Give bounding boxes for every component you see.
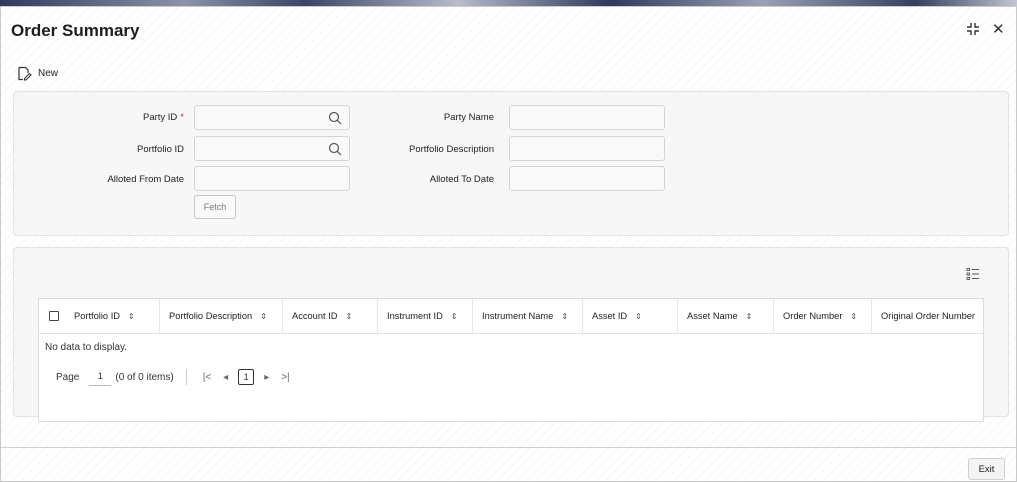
sort-icon: ⇕ bbox=[850, 311, 858, 321]
search-criteria-panel: Party ID * Party Name Portfolio ID Portfo… bbox=[13, 91, 1009, 236]
table-header: Portfolio ID ⇕ Portfolio Description ⇕ Acc… bbox=[39, 299, 983, 334]
column-portfolio-id[interactable]: Portfolio ID ⇕ bbox=[65, 299, 160, 333]
fetch-button[interactable]: Fetch bbox=[194, 195, 236, 219]
sort-icon: ⇕ bbox=[260, 311, 267, 321]
sort-icon: ⇕ bbox=[345, 311, 353, 321]
results-panel: Portfolio ID ⇕ Portfolio Description ⇕ Acc… bbox=[13, 247, 1009, 422]
party-id-label: Party ID * bbox=[14, 112, 184, 123]
order-summary-window: Order Summary ✕ New Party ID * Party Name… bbox=[0, 6, 1017, 482]
column-order-number[interactable]: Order Number ⇕ bbox=[774, 299, 872, 333]
new-button[interactable]: New bbox=[17, 66, 58, 81]
results-table: Portfolio ID ⇕ Portfolio Description ⇕ Acc… bbox=[38, 298, 984, 422]
select-all-checkbox[interactable] bbox=[49, 311, 59, 321]
items-count: (0 of 0 items) bbox=[115, 371, 174, 383]
column-account-id[interactable]: Account ID ⇕ bbox=[283, 299, 378, 333]
sort-icon: ⇕ bbox=[128, 311, 135, 321]
sort-icon: ⇕ bbox=[561, 311, 569, 321]
column-label: Instrument Name bbox=[482, 311, 554, 321]
column-asset-name[interactable]: Asset Name ⇕ bbox=[678, 299, 774, 333]
pagination: Page 1 (0 of 0 items) |< ◂ 1 ▸ >| bbox=[56, 368, 296, 386]
column-asset-id[interactable]: Asset ID ⇕ bbox=[583, 299, 678, 333]
alloted-to-date-label: Alloted To Date bbox=[429, 174, 494, 185]
column-label: Asset ID bbox=[592, 311, 628, 321]
column-label: Asset Name bbox=[687, 311, 738, 321]
current-page-button[interactable]: 1 bbox=[238, 369, 255, 385]
portfolio-id-label: Portfolio ID bbox=[137, 144, 184, 155]
footer-divider bbox=[1, 447, 1016, 448]
sort-icon: ⇕ bbox=[450, 311, 458, 321]
portfolio-description-input[interactable] bbox=[509, 136, 665, 161]
last-page-icon[interactable]: >| bbox=[281, 372, 289, 383]
party-id-label-text: Party ID bbox=[142, 112, 178, 123]
next-page-icon[interactable]: ▸ bbox=[264, 372, 269, 383]
alloted-from-date-label: Alloted From Date bbox=[107, 174, 184, 185]
empty-state-text: No data to display. bbox=[45, 342, 128, 353]
new-record-icon bbox=[18, 66, 32, 81]
first-page-icon[interactable]: |< bbox=[203, 372, 211, 383]
previous-page-icon[interactable]: ◂ bbox=[223, 372, 228, 383]
sort-icon: ⇕ bbox=[635, 311, 642, 321]
sort-icon: ⇕ bbox=[745, 311, 753, 321]
party-name-label: Party Name bbox=[443, 112, 494, 123]
page-number-input[interactable]: 1 bbox=[89, 368, 112, 386]
alloted-to-date-input[interactable] bbox=[509, 166, 665, 191]
column-instrument-name[interactable]: Instrument Name ⇕ bbox=[473, 299, 583, 333]
required-marker: * bbox=[180, 112, 184, 123]
portfolio-description-label: Portfolio Description bbox=[408, 144, 494, 155]
column-label: Instrument ID bbox=[387, 311, 443, 321]
new-button-label: New bbox=[38, 68, 59, 79]
column-label: Portfolio Description bbox=[169, 311, 253, 321]
exit-button[interactable]: Exit bbox=[968, 458, 1005, 480]
column-list-icon[interactable] bbox=[966, 267, 980, 281]
pager-divider bbox=[185, 369, 187, 385]
column-label: Account ID bbox=[292, 311, 338, 321]
column-label: Original Order Number bbox=[881, 311, 976, 321]
page-title: Order Summary bbox=[11, 21, 140, 40]
column-label: Order Number bbox=[783, 311, 843, 321]
page-label: Page bbox=[56, 371, 80, 383]
close-icon[interactable]: ✕ bbox=[992, 20, 1005, 38]
expand-icon[interactable] bbox=[966, 22, 980, 40]
column-instrument-id[interactable]: Instrument ID ⇕ bbox=[378, 299, 473, 333]
column-portfolio-description[interactable]: Portfolio Description ⇕ bbox=[160, 299, 283, 333]
column-label: Portfolio ID bbox=[74, 311, 120, 321]
party-name-input[interactable] bbox=[509, 105, 665, 130]
column-original-order-number[interactable]: Original Order Number bbox=[872, 299, 983, 333]
